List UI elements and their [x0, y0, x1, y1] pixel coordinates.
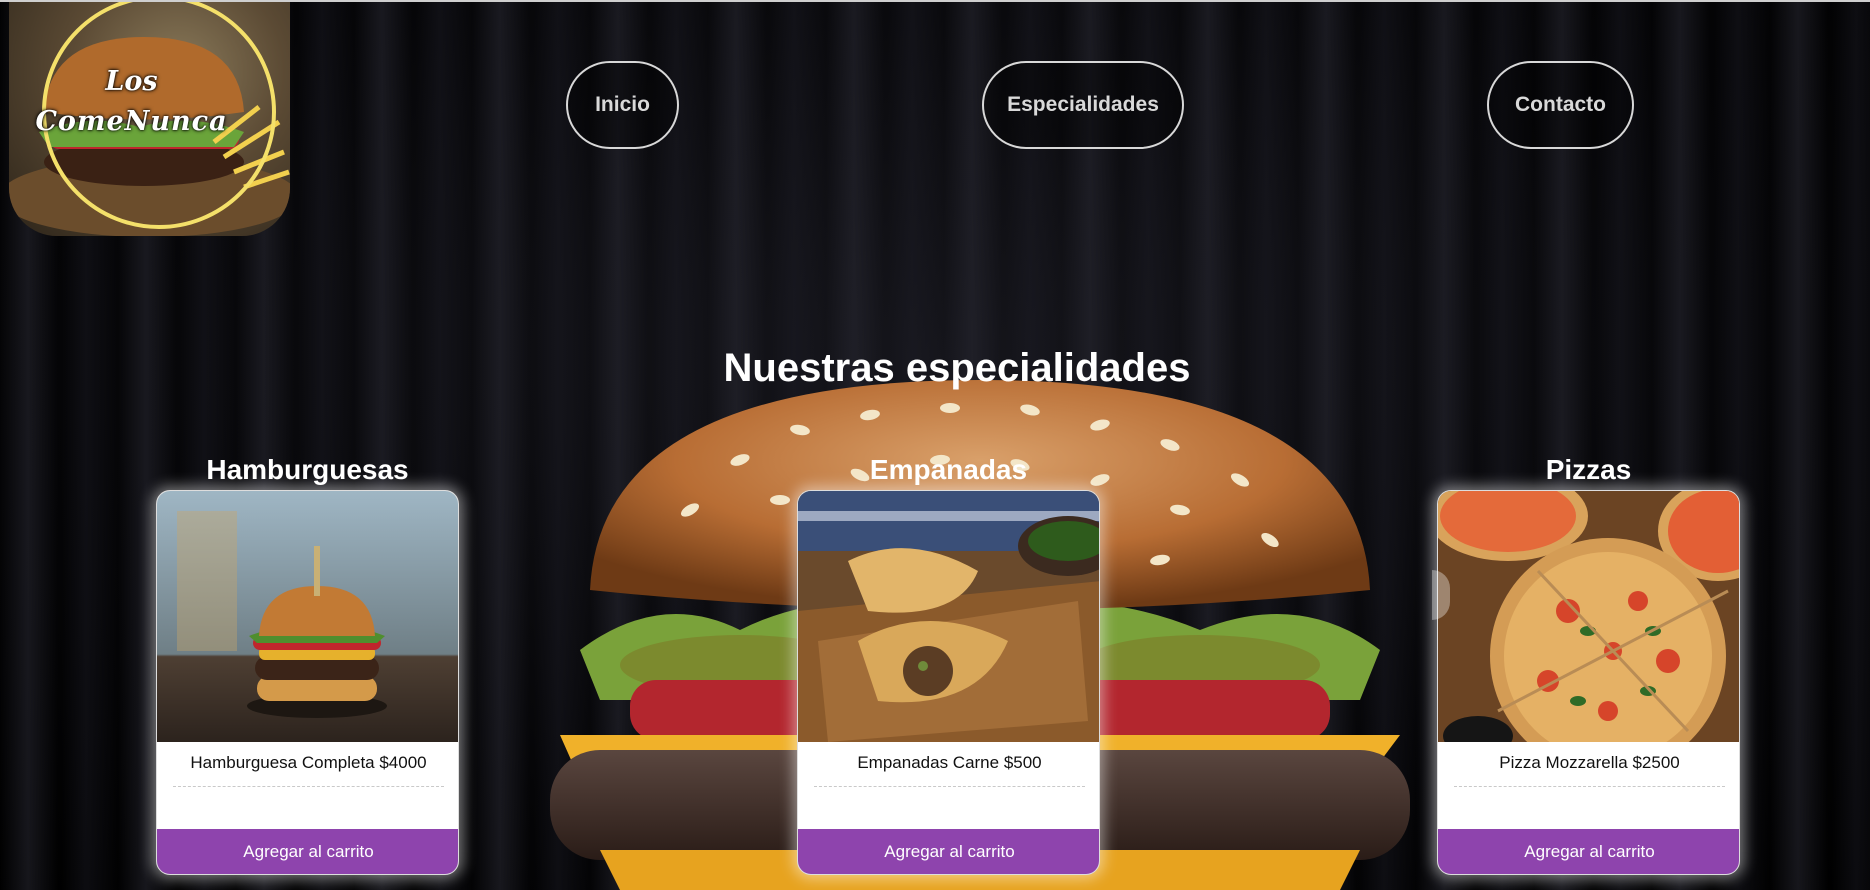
pizza-photo-icon [1438, 491, 1739, 742]
product-card-empanadas: Empanadas Carne $500 Agregar al carrito [797, 490, 1100, 875]
divider [1454, 786, 1725, 787]
product-name: Empanadas Carne $500 [857, 753, 1042, 772]
logo-text-line1: Los [105, 66, 158, 97]
add-to-cart-button[interactable]: Agregar al carrito [798, 829, 1099, 874]
section-title: Nuestras especialidades [723, 346, 1191, 390]
product-card-hamburguesa: Hamburguesa Completa $4000 Agregar al ca… [156, 490, 459, 875]
category-title-hamburguesas: Hamburguesas [206, 454, 409, 485]
divider [814, 786, 1085, 787]
nav-especialidades[interactable]: Especialidades [982, 61, 1184, 149]
logo-text-line2: ComeNunca [35, 106, 228, 137]
add-to-cart-button[interactable]: Agregar al carrito [1438, 829, 1739, 874]
add-to-cart-button[interactable]: Agregar al carrito [157, 829, 458, 874]
category-title-empanadas: Empanadas [869, 454, 1028, 485]
brand-logo[interactable]: Los ComeNunca [9, 2, 290, 236]
product-name: Hamburguesa Completa $4000 [190, 753, 427, 772]
burger-photo-icon [157, 491, 458, 742]
empanadas-photo-icon [798, 491, 1099, 742]
product-name: Pizza Mozzarella $2500 [1499, 753, 1680, 772]
category-title-pizzas: Pizzas [1545, 454, 1632, 485]
nav-inicio[interactable]: Inicio [566, 61, 679, 149]
product-card-pizza: Pizza Mozzarella $2500 Agregar al carrit… [1437, 490, 1740, 875]
divider [173, 786, 444, 787]
nav-contacto[interactable]: Contacto [1487, 61, 1634, 149]
